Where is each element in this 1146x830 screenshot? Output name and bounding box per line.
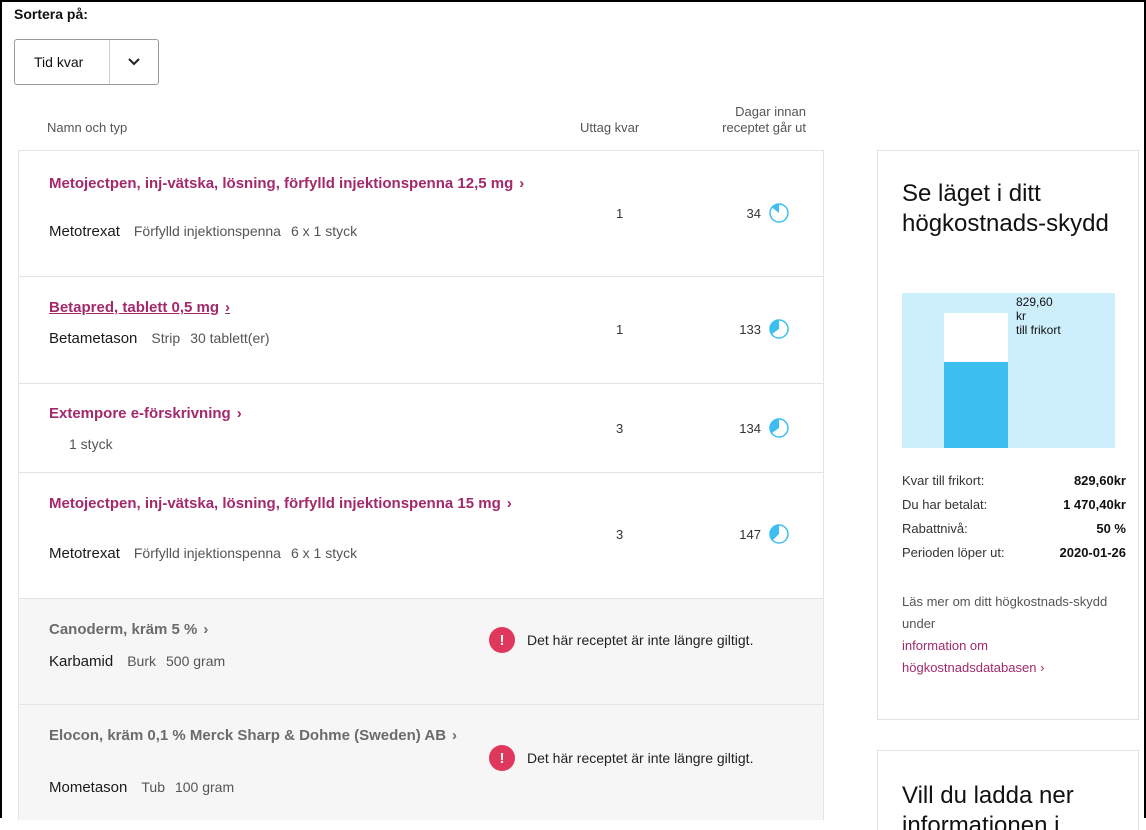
stat-label: Rabattnivå: <box>902 521 968 536</box>
download-title: Vill du ladda ner informationen i <box>902 782 1074 830</box>
chevron-down-icon <box>109 40 158 84</box>
info-text: Läs mer om ditt högkostnads-skydd under <box>902 594 1108 631</box>
form: Strip <box>151 330 181 346</box>
substance: Metotrexat <box>49 223 120 240</box>
days-left: 34 <box>746 206 761 221</box>
stat-value: 2020-01-26 <box>1059 545 1127 560</box>
sort-dropdown[interactable]: Tid kvar <box>14 39 159 85</box>
warning-text: Det här receptet är inte längre giltigt. <box>527 632 754 648</box>
prescription-row[interactable]: Extempore e-förskrivning › 1 styck 3 134 <box>19 384 823 473</box>
uttag-kvar: 3 <box>616 527 624 542</box>
chevron-right-icon: › <box>1040 660 1045 675</box>
prescription-details: Mometason Tub 100 gram <box>49 779 234 796</box>
stat-value: 50 % <box>1096 521 1126 536</box>
chart-unit: kr <box>1016 309 1026 323</box>
stat-value: 829,60kr <box>1073 473 1126 488</box>
warning-icon: ! <box>489 745 515 771</box>
chevron-right-icon: › <box>203 621 209 638</box>
uttag-kvar: 1 <box>616 206 624 221</box>
sort-selected-value: Tid kvar <box>34 54 84 70</box>
hkskydd-database-link[interactable]: information om högkostnadsdatabasen › <box>902 638 1044 675</box>
form: Förfylld injektionspenna <box>133 545 281 561</box>
prescription-row-invalid[interactable]: Elocon, kräm 0,1 % Merck Sharp & Dohme (… <box>19 705 823 820</box>
prescription-name-link[interactable]: Elocon, kräm 0,1 % Merck Sharp & Dohme (… <box>49 727 569 745</box>
chevron-right-icon: › <box>225 299 231 316</box>
time-left-icon <box>769 418 789 438</box>
prescription-row[interactable]: Betapred, tablett 0,5 mg › Betametason Str… <box>19 277 823 384</box>
form: Tub <box>141 779 165 795</box>
substance: Mometason <box>49 779 128 796</box>
stat-label: Du har betalat: <box>902 497 988 512</box>
package: 100 gram <box>174 779 235 795</box>
column-header-days-line1: Dagar innan <box>735 104 806 119</box>
substance: Betametason <box>49 330 138 347</box>
prescription-row[interactable]: Metojectpen, inj-vätska, lösning, förfyl… <box>19 473 823 599</box>
package: 500 gram <box>166 653 226 669</box>
warning-icon: ! <box>489 627 515 653</box>
package: 30 tablett(er) <box>190 330 270 346</box>
hkskydd-panel: Se läget i ditt högkostnads-skydd 829,60… <box>877 150 1139 720</box>
substance: Metotrexat <box>49 545 120 562</box>
substance: Karbamid <box>49 653 114 670</box>
prescription-details: 1 styck <box>69 436 113 452</box>
frikort-chart: 829,60 kr till frikort <box>902 293 1115 448</box>
sort-label: Sortera på: <box>14 6 88 22</box>
time-left-icon <box>769 524 789 544</box>
warning-text: Det här receptet är inte längre giltigt. <box>527 750 754 766</box>
stat-label: Kvar till frikort: <box>902 473 985 488</box>
column-header-days: Dagar innan receptet går ut <box>702 104 806 136</box>
package: 6 x 1 styck <box>290 223 358 239</box>
time-left-icon <box>769 203 789 223</box>
frikort-bar-paid <box>944 361 1008 448</box>
prescription-details: Karbamid Burk 500 gram <box>49 653 225 670</box>
chart-caption: till frikort <box>1016 323 1061 337</box>
package: 1 styck <box>69 436 113 452</box>
stat-value: 1 470,40kr <box>1063 497 1126 512</box>
prescription-row[interactable]: Metojectpen, inj-vätska, lösning, förfyl… <box>19 151 823 277</box>
days-left: 147 <box>739 527 761 542</box>
stat-row: Rabattnivå: 50 % <box>902 521 1126 545</box>
column-header-days-line2: receptet går ut <box>722 120 806 135</box>
prescription-name-link[interactable]: Extempore e-förskrivning › <box>49 405 569 423</box>
stat-row: Kvar till frikort: 829,60kr <box>902 473 1126 497</box>
stat-row: Du har betalat: 1 470,40kr <box>902 497 1126 521</box>
prescription-list: Metojectpen, inj-vätska, lösning, förfyl… <box>18 150 824 820</box>
prescription-details: Betametason Strip 30 tablett(er) <box>49 330 270 347</box>
stat-label: Perioden löper ut: <box>902 545 1005 560</box>
frikort-bar <box>944 313 1008 448</box>
days-left: 134 <box>739 421 761 436</box>
uttag-kvar: 3 <box>616 421 624 436</box>
chevron-right-icon: › <box>236 405 242 422</box>
form: Burk <box>127 653 156 669</box>
uttag-kvar: 1 <box>616 322 624 337</box>
chevron-right-icon: › <box>519 175 525 192</box>
invalid-warning: ! Det här receptet är inte längre giltig… <box>489 745 753 771</box>
prescription-row-invalid[interactable]: Canoderm, kräm 5 % › Karbamid Burk 500 gram… <box>19 599 823 705</box>
chevron-right-icon: › <box>452 727 458 744</box>
hkskydd-title: Se läget i ditt högkostnads-skydd <box>902 180 1109 237</box>
download-panel: Vill du ladda ner informationen i <box>877 750 1139 830</box>
prescription-details: Metotrexat Förfylld injektionspenna 6 x 1 … <box>49 545 357 562</box>
form: Förfylld injektionspenna <box>133 223 281 239</box>
prescription-name-link[interactable]: Betapred, tablett 0,5 mg › <box>49 299 569 317</box>
invalid-warning: ! Det här receptet är inte längre giltig… <box>489 627 753 653</box>
days-left: 133 <box>739 322 761 337</box>
stat-row: Perioden löper ut: 2020-01-26 <box>902 545 1126 569</box>
hkskydd-info: Läs mer om ditt högkostnads-skydd under … <box>902 591 1122 679</box>
chevron-right-icon: › <box>506 495 512 512</box>
hkskydd-stats: Kvar till frikort: 829,60kr Du har betala… <box>902 473 1126 569</box>
chart-amount: 829,60 <box>1016 295 1053 309</box>
time-left-icon <box>769 319 789 339</box>
prescription-name-link[interactable]: Metojectpen, inj-vätska, lösning, förfyl… <box>49 175 569 193</box>
column-header-uttag: Uttag kvar <box>580 120 640 135</box>
package: 6 x 1 styck <box>290 545 358 561</box>
frikort-chart-label: 829,60 kr till frikort <box>1016 295 1061 337</box>
prescription-details: Metotrexat Förfylld injektionspenna 6 x 1 … <box>49 223 357 240</box>
column-header-name: Namn och typ <box>47 120 128 135</box>
prescription-name-link[interactable]: Metojectpen, inj-vätska, lösning, förfyl… <box>49 495 569 513</box>
